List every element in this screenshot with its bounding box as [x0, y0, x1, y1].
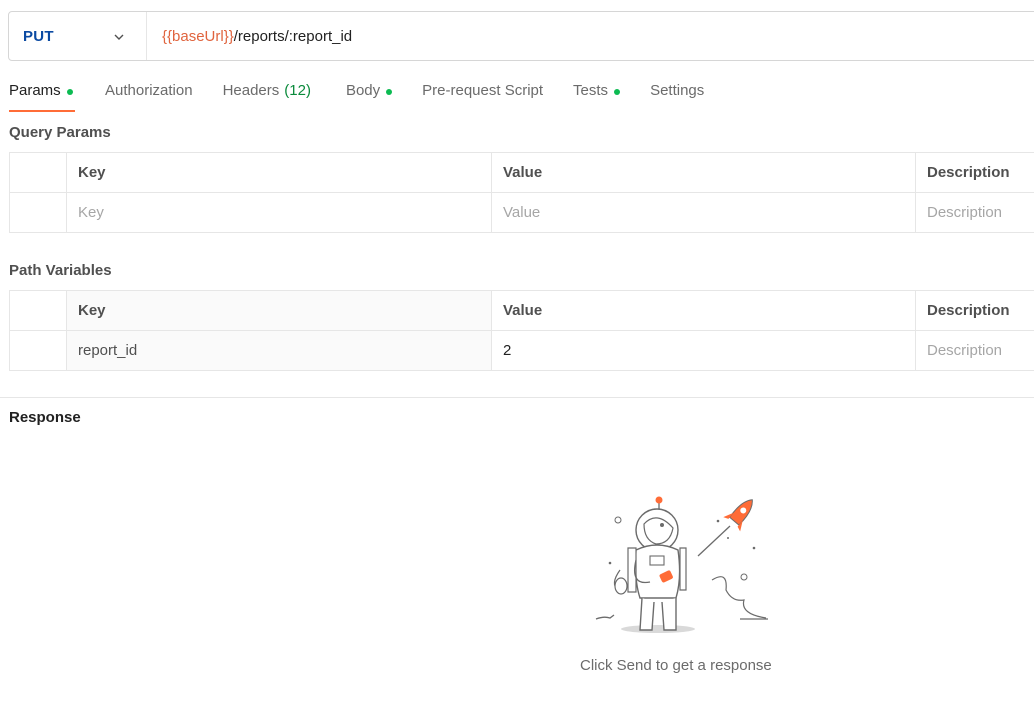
method-label: PUT [23, 27, 54, 45]
tab-settings-label: Settings [650, 82, 705, 99]
tab-params[interactable]: Params [9, 82, 75, 112]
query-params-title: Query Params [9, 124, 111, 141]
response-divider [0, 397, 1034, 398]
row-checkbox-cell [9, 330, 67, 371]
tab-params-label: Params [9, 82, 61, 99]
tab-headers[interactable]: Headers (12) [223, 82, 311, 112]
header-checkbox-cell [9, 152, 67, 193]
chevron-down-icon [114, 34, 124, 40]
response-title: Response [9, 409, 81, 426]
tab-authorization[interactable]: Authorization [105, 82, 193, 112]
tab-authorization-label: Authorization [105, 82, 193, 99]
empty-response-message: Click Send to get a response [580, 657, 772, 674]
tab-tests-label: Tests [573, 82, 609, 99]
path-variable-value-input[interactable]: 2 [491, 330, 916, 371]
request-url-bar: PUT {{baseUrl}}/reports/:report_id [8, 11, 1034, 61]
path-variables-title: Path Variables [9, 262, 112, 279]
table-header-row: Key Value Description [9, 290, 1034, 331]
url-variable: {{baseUrl}} [162, 27, 234, 45]
astronaut-rocket-illustration [595, 496, 768, 633]
url-input[interactable]: {{baseUrl}}/reports/:report_id [147, 28, 352, 45]
tab-body-label: Body [345, 82, 381, 99]
method-select[interactable]: PUT [9, 12, 147, 60]
value-input[interactable]: Value [491, 192, 916, 233]
request-tabs: Params Authorization Headers (12) Body P… [9, 82, 704, 112]
tab-settings[interactable]: Settings [650, 82, 704, 112]
table-row: Key Value Description [9, 192, 1034, 233]
column-header-description: Description [915, 290, 1034, 331]
description-input[interactable]: Description [915, 192, 1034, 233]
tests-status-dot [614, 89, 621, 95]
column-header-value: Value [491, 290, 916, 331]
key-input[interactable]: Key [66, 192, 492, 233]
path-variable-key: report_id [66, 330, 492, 371]
table-header-row: Key Value Description [9, 152, 1034, 193]
tab-pre-request-script[interactable]: Pre-request Script [422, 82, 543, 112]
params-status-dot [66, 89, 73, 95]
description-input[interactable]: Description [915, 330, 1034, 371]
row-checkbox-cell [9, 192, 67, 233]
tab-pre-request-script-label: Pre-request Script [422, 82, 544, 99]
column-header-value: Value [491, 152, 916, 193]
column-header-key: Key [66, 152, 492, 193]
tab-tests[interactable]: Tests [573, 82, 621, 112]
url-path: /reports/:report_id [233, 27, 353, 45]
body-status-dot [386, 89, 393, 95]
headers-count: (12) [284, 82, 311, 99]
tab-headers-label: Headers [222, 82, 280, 99]
column-header-key: Key [66, 290, 492, 331]
tab-body[interactable]: Body [345, 82, 393, 112]
header-checkbox-cell [9, 290, 67, 331]
query-params-table: Key Value Description Key Value Descript… [9, 152, 1034, 233]
path-variables-table: Key Value Description report_id 2 Descri… [9, 290, 1034, 371]
column-header-description: Description [915, 152, 1034, 193]
table-row: report_id 2 Description [9, 330, 1034, 371]
